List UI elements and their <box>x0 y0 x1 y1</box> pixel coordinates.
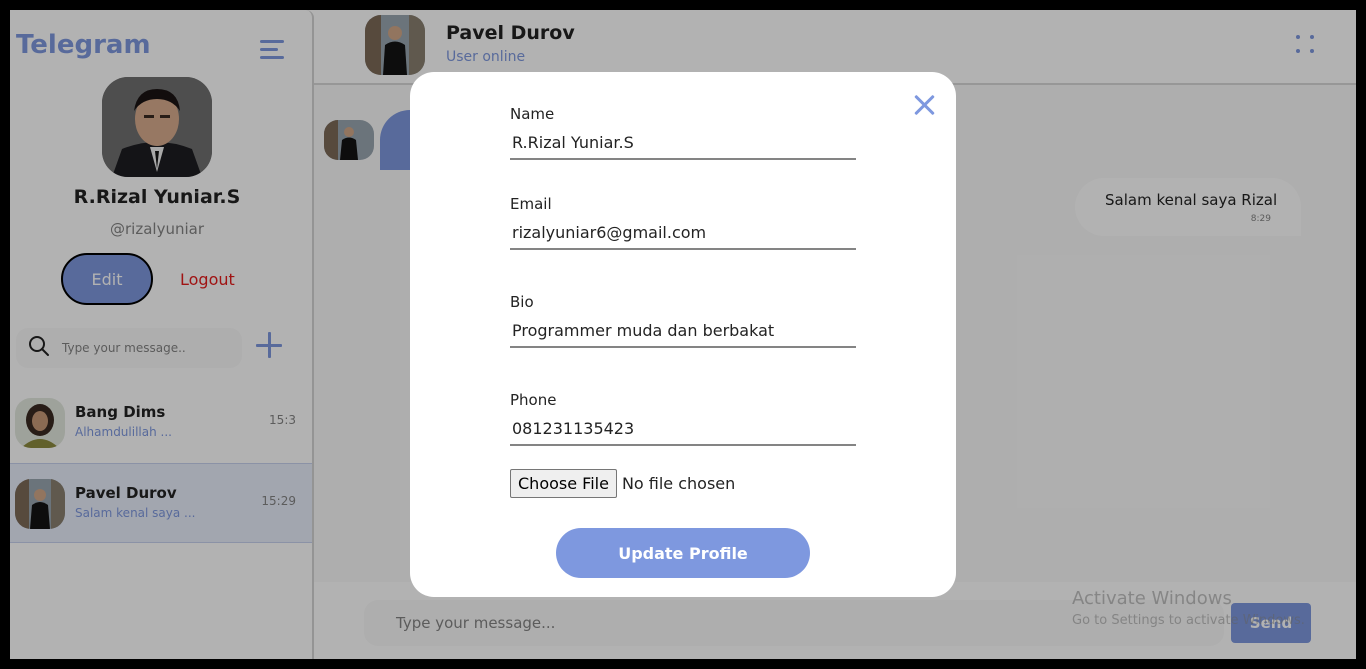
file-upload: Choose File No file chosen <box>510 469 735 498</box>
name-label: Name <box>510 105 555 123</box>
close-icon[interactable] <box>913 94 935 116</box>
phone-label: Phone <box>510 391 557 409</box>
email-field[interactable]: rizalyuniar6@gmail.com <box>510 216 856 250</box>
email-label: Email <box>510 195 552 213</box>
edit-profile-modal: Name R.Rizal Yuniar.S Email rizalyuniar6… <box>410 72 956 597</box>
phone-field[interactable]: 081231135423 <box>510 412 856 446</box>
update-profile-button[interactable]: Update Profile <box>556 528 810 578</box>
choose-file-button[interactable]: Choose File <box>510 469 617 498</box>
file-status: No file chosen <box>621 474 736 493</box>
bio-label: Bio <box>510 293 534 311</box>
name-field[interactable]: R.Rizal Yuniar.S <box>510 126 856 160</box>
app-window: Telegram R.Rizal Yuniar.S @rizalyuniar E… <box>10 10 1356 659</box>
bio-field[interactable]: Programmer muda dan berbakat <box>510 314 856 348</box>
